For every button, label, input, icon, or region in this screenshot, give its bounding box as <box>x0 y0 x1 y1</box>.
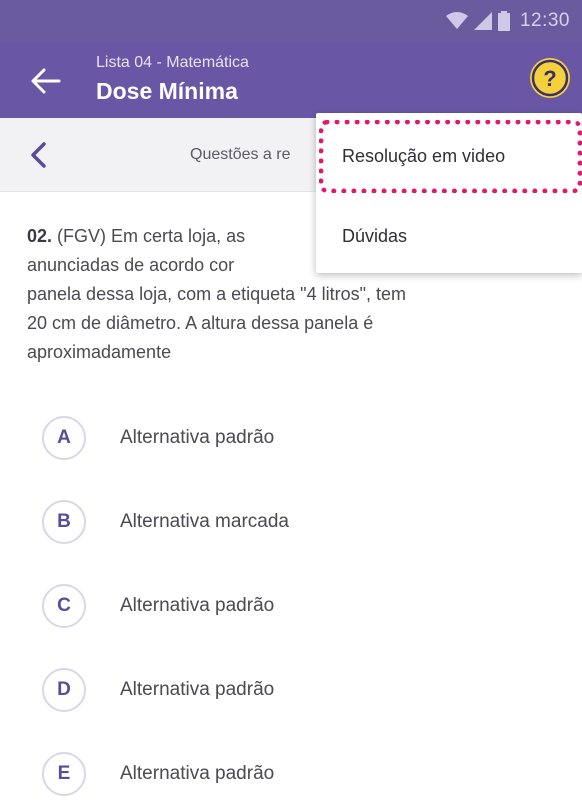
back-button[interactable] <box>28 66 64 96</box>
alternative-d[interactable]: D Alternativa padrão <box>42 668 502 712</box>
list-subtitle: Lista 04 - Matemática <box>96 54 249 71</box>
question-line-4: 20 cm de diâmetro. A altura dessa panela… <box>27 313 374 333</box>
signal-icon <box>473 12 492 30</box>
alternative-text: Alternativa padrão <box>120 427 275 448</box>
alternative-text: Alternativa marcada <box>120 511 289 532</box>
alternative-c[interactable]: C Alternativa padrão <box>42 584 502 628</box>
svg-text:?: ? <box>543 66 556 91</box>
menu-item-doubts[interactable]: Dúvidas <box>316 197 582 275</box>
arrow-left-icon <box>31 68 61 94</box>
page-title: Dose Mínima <box>96 78 238 104</box>
battery-icon <box>497 11 510 31</box>
app-screen: 12:30 Lista 04 - Matemática Dose Mínima … <box>0 0 582 801</box>
chevron-left-icon <box>31 142 46 168</box>
app-bar: Lista 04 - Matemática Dose Mínima ? <box>0 42 582 118</box>
alternative-letter: C <box>42 584 86 628</box>
question-number: 02. <box>27 226 53 246</box>
previous-question-button[interactable] <box>24 140 52 170</box>
overflow-menu: Resolução em video Dúvidas <box>316 113 582 273</box>
status-icons <box>445 11 510 31</box>
alternative-letter: A <box>42 416 86 460</box>
alternative-a[interactable]: A Alternativa padrão <box>42 416 502 460</box>
wifi-icon <box>445 12 468 29</box>
question-mark-icon: ? <box>531 59 569 97</box>
alternative-text: Alternativa padrão <box>120 679 275 700</box>
alternative-letter: E <box>42 752 86 796</box>
status-time: 12:30 <box>519 10 570 31</box>
help-button[interactable]: ? <box>530 58 570 98</box>
nav-label: Questões a re <box>190 146 291 163</box>
alternative-e[interactable]: E Alternativa padrão <box>42 752 502 796</box>
status-bar: 12:30 <box>0 0 582 42</box>
alternative-letter: D <box>42 668 86 712</box>
alternative-b[interactable]: B Alternativa marcada <box>42 500 502 544</box>
menu-item-video-resolution[interactable]: Resolução em video <box>316 117 582 195</box>
question-line-5: aproximadamente <box>27 342 172 362</box>
alternative-text: Alternativa padrão <box>120 763 275 784</box>
question-line-3: panela dessa loja, com a etiqueta "4 lit… <box>27 284 406 304</box>
alternative-letter: B <box>42 500 86 544</box>
alternative-text: Alternativa padrão <box>120 595 275 616</box>
